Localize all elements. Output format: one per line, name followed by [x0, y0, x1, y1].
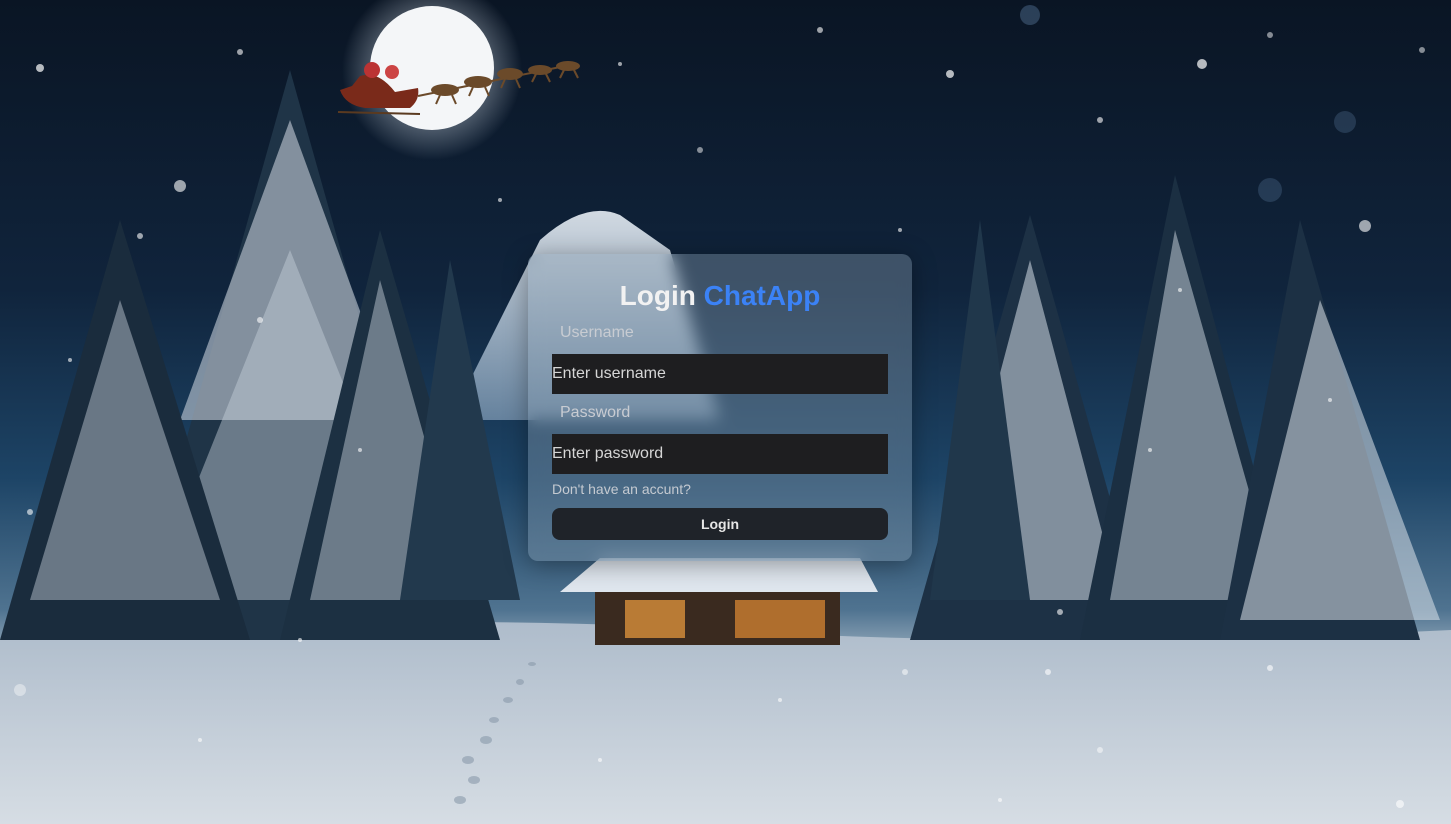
login-title: Login ChatApp	[552, 278, 888, 314]
snowy-ground	[0, 622, 1451, 824]
username-label: Username	[560, 324, 634, 341]
password-label: Password	[560, 404, 631, 421]
login-page: Login ChatApp Username Password Don't ha…	[0, 0, 1451, 824]
login-button[interactable]: Login	[552, 508, 888, 540]
username-input[interactable]	[552, 354, 888, 394]
right-pine-trees	[910, 175, 1440, 640]
cabin	[560, 558, 878, 645]
password-input[interactable]	[552, 434, 888, 474]
title-prefix: Login	[619, 280, 696, 311]
signup-link[interactable]: Don't have an accunt?	[552, 480, 888, 498]
login-card: Login ChatApp Username Password Don't ha…	[528, 254, 912, 561]
brand-name: ChatApp	[703, 280, 821, 311]
